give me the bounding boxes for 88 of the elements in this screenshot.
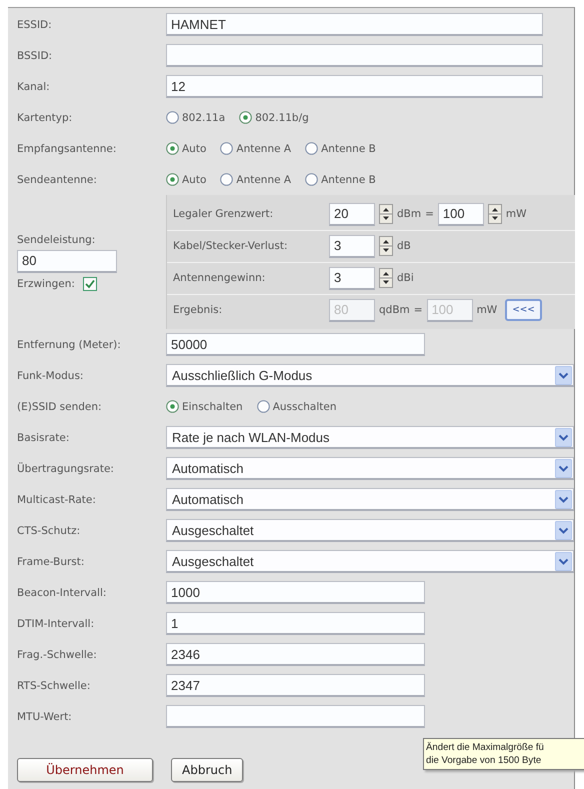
field-label: CTS-Schutz: bbox=[17, 524, 82, 536]
radio-label[interactable]: Einschalten bbox=[182, 400, 243, 412]
field-label: Erzwingen: bbox=[17, 278, 75, 290]
form-button[interactable]: Übernehmen bbox=[17, 758, 153, 782]
chevron-down-icon bbox=[555, 490, 572, 508]
unit-label: mW bbox=[506, 208, 527, 220]
text-field[interactable]: 20 bbox=[329, 202, 375, 226]
text-field[interactable]: 2347 bbox=[166, 674, 425, 697]
text-field[interactable]: 2346 bbox=[166, 643, 425, 666]
text-field[interactable]: HAMNET bbox=[166, 13, 543, 36]
radio-label[interactable]: Auto bbox=[182, 142, 206, 154]
text-field[interactable]: 80 bbox=[17, 250, 117, 272]
text-field[interactable]: 1 bbox=[166, 612, 425, 635]
field-label: Übertragungsrate: bbox=[17, 462, 115, 474]
field-label: Multicast-Rate: bbox=[17, 494, 97, 506]
radio-label[interactable]: Ausschalten bbox=[272, 400, 336, 412]
unit-label: mW bbox=[476, 304, 498, 316]
unit-label: dBi bbox=[397, 272, 414, 284]
radio-label[interactable]: Antenne A bbox=[236, 142, 292, 154]
unit-label: dBm bbox=[397, 208, 422, 220]
field-label: Sendeleistung: bbox=[17, 234, 96, 246]
field-label: Kartentyp: bbox=[17, 112, 74, 124]
radio-label[interactable]: Antenne B bbox=[321, 174, 376, 186]
text-field[interactable]: 12 bbox=[166, 75, 543, 98]
field-label: Frag.-Schwelle: bbox=[17, 648, 98, 660]
field-label: Ergebnis: bbox=[173, 304, 224, 316]
radio-button[interactable] bbox=[305, 173, 318, 186]
spin-button[interactable] bbox=[488, 204, 502, 224]
radio-label[interactable]: 802.11b/g bbox=[255, 112, 309, 124]
radio-label[interactable]: Antenne B bbox=[321, 142, 376, 154]
text-field[interactable] bbox=[166, 44, 543, 67]
radio-button[interactable] bbox=[166, 111, 179, 124]
apply-button[interactable]: <<< bbox=[505, 299, 542, 321]
field-label: ESSID: bbox=[17, 18, 53, 30]
field-label: Beacon-Intervall: bbox=[17, 586, 108, 598]
radio-label[interactable]: Auto bbox=[182, 174, 206, 186]
text-field[interactable]: 1000 bbox=[166, 581, 425, 604]
text-field[interactable]: 3 bbox=[329, 234, 375, 258]
radio-button[interactable] bbox=[166, 142, 179, 155]
text-field[interactable] bbox=[166, 705, 425, 728]
select-field[interactable]: Ausschließlich G-Modus bbox=[166, 364, 574, 387]
radio-button[interactable] bbox=[166, 400, 179, 413]
radio-button[interactable] bbox=[220, 142, 234, 155]
radio-button[interactable] bbox=[305, 142, 318, 155]
radio-button[interactable] bbox=[166, 173, 179, 186]
field-label: DTIM-Intervall: bbox=[17, 618, 96, 630]
field-label: Entfernung (Meter): bbox=[17, 338, 122, 350]
equals-sign: = bbox=[414, 304, 423, 316]
field-label: Frame-Burst: bbox=[17, 556, 86, 568]
unit-label: qdBm bbox=[379, 304, 410, 316]
field-label: (E)SSID senden: bbox=[17, 400, 103, 412]
select-field[interactable]: Rate je nach WLAN-Modus bbox=[166, 426, 574, 449]
select-field[interactable]: Ausgeschaltet bbox=[166, 519, 574, 542]
equals-sign: = bbox=[425, 208, 434, 220]
select-field[interactable]: Automatisch bbox=[166, 457, 574, 480]
chevron-down-icon bbox=[555, 552, 572, 570]
field-label: Kanal: bbox=[17, 80, 51, 92]
field-label: BSSID: bbox=[17, 50, 54, 62]
chevron-down-icon bbox=[555, 458, 572, 478]
spin-button[interactable] bbox=[379, 268, 393, 288]
spin-button[interactable] bbox=[379, 236, 393, 256]
field-label: Funk-Modus: bbox=[17, 370, 84, 382]
radio-button[interactable] bbox=[220, 173, 234, 186]
field-label: Antennengewinn: bbox=[173, 272, 266, 284]
text-field[interactable]: 3 bbox=[329, 266, 375, 290]
form-button[interactable]: Abbruch bbox=[171, 758, 244, 782]
select-field[interactable]: Automatisch bbox=[166, 488, 574, 511]
radio-button[interactable] bbox=[256, 400, 270, 413]
unit-label: dB bbox=[397, 240, 411, 252]
field-label: MTU-Wert: bbox=[17, 710, 73, 722]
text-field[interactable]: 100 bbox=[438, 202, 484, 226]
text-field[interactable]: 50000 bbox=[166, 333, 425, 356]
chevron-down-icon bbox=[555, 428, 572, 446]
radio-button[interactable] bbox=[239, 111, 252, 124]
field-label: RTS-Schwelle: bbox=[17, 680, 92, 692]
chevron-down-icon bbox=[555, 520, 572, 540]
select-field[interactable]: Ausgeschaltet bbox=[166, 550, 574, 573]
field-label: Sendeantenne: bbox=[17, 174, 98, 186]
checkbox[interactable] bbox=[82, 276, 97, 290]
tooltip: Ändert die Maximalgröße fü die Vorgabe von 1500 Byte bbox=[423, 738, 584, 770]
chevron-down-icon bbox=[555, 366, 572, 384]
field-label: Legaler Grenzwert: bbox=[173, 208, 274, 220]
field-label: Kabel/Stecker-Verlust: bbox=[173, 240, 289, 252]
spin-button[interactable] bbox=[379, 204, 393, 224]
radio-label[interactable]: 802.11a bbox=[182, 112, 226, 124]
radio-label[interactable]: Antenne A bbox=[236, 174, 292, 186]
field-label: Empfangsantenne: bbox=[17, 142, 118, 154]
field-label: Basisrate: bbox=[17, 432, 70, 444]
